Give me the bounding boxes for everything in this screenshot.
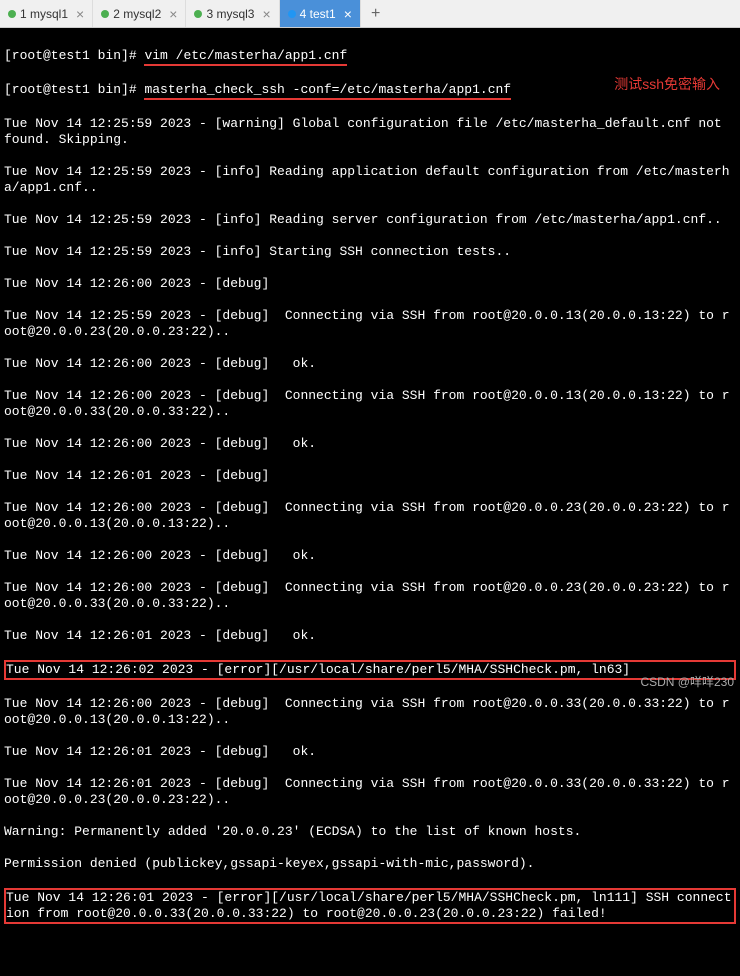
error-highlight-box: Tue Nov 14 12:26:02 2023 - [error][/usr/… — [4, 660, 736, 680]
log-line: Tue Nov 14 12:26:00 2023 - [debug] — [4, 276, 736, 292]
error-highlight-box: Tue Nov 14 12:26:01 2023 - [error][/usr/… — [4, 888, 736, 924]
tab-mysql2[interactable]: 2 mysql2 × — [93, 0, 186, 27]
tab-label: 4 test1 — [300, 7, 336, 21]
log-line: Tue Nov 14 12:25:59 2023 - [warning] Glo… — [4, 116, 736, 148]
log-line: Tue Nov 14 12:26:01 2023 - [debug] — [4, 468, 736, 484]
annotation-text: 测试ssh免密输入 — [614, 76, 720, 92]
tab-bar: 1 mysql1 × 2 mysql2 × 3 mysql3 × 4 test1… — [0, 0, 740, 28]
log-line: Tue Nov 14 12:26:00 2023 - [debug] Conne… — [4, 580, 736, 612]
tab-label: 3 mysql3 — [206, 7, 254, 21]
status-dot-icon — [101, 10, 109, 18]
log-line: Tue Nov 14 12:26:00 2023 - [debug] ok. — [4, 356, 736, 372]
close-icon[interactable]: × — [262, 6, 270, 22]
tab-mysql1[interactable]: 1 mysql1 × — [0, 0, 93, 27]
watermark: CSDN @咩咩230 — [640, 673, 734, 690]
command-vim: vim /etc/masterha/app1.cnf — [144, 48, 347, 66]
close-icon[interactable]: × — [169, 6, 177, 22]
log-line: Tue Nov 14 12:26:01 2023 - [debug] ok. — [4, 628, 736, 644]
tab-label: 1 mysql1 — [20, 7, 68, 21]
close-icon[interactable]: × — [76, 6, 84, 22]
log-line: Tue Nov 14 12:25:59 2023 - [info] Readin… — [4, 212, 736, 228]
log-line: Tue Nov 14 12:26:00 2023 - [debug] Conne… — [4, 500, 736, 532]
log-line: Tue Nov 14 12:25:59 2023 - [info] Readin… — [4, 164, 736, 196]
log-line: Tue Nov 14 12:26:00 2023 - [debug] Conne… — [4, 696, 736, 728]
prompt: [root@test1 bin]# — [4, 48, 144, 63]
log-line: Tue Nov 14 12:26:01 2023 - [debug] ok. — [4, 744, 736, 760]
close-icon[interactable]: × — [344, 6, 352, 22]
log-line: Tue Nov 14 12:26:00 2023 - [debug] ok. — [4, 548, 736, 564]
tab-mysql3[interactable]: 3 mysql3 × — [186, 0, 279, 27]
log-error-line: Tue Nov 14 12:26:02 2023 - [error][/usr/… — [6, 662, 734, 678]
log-line: Tue Nov 14 12:26:00 2023 - [debug] Conne… — [4, 388, 736, 420]
tab-label: 2 mysql2 — [113, 7, 161, 21]
terminal-output[interactable]: [root@test1 bin]# vim /etc/masterha/app1… — [0, 28, 740, 976]
status-dot-icon — [8, 10, 16, 18]
log-line: Tue Nov 14 12:25:59 2023 - [debug] Conne… — [4, 308, 736, 340]
log-line: Tue Nov 14 12:26:00 2023 - [debug] ok. — [4, 436, 736, 452]
prompt: [root@test1 bin]# — [4, 82, 144, 97]
status-dot-icon — [194, 10, 202, 18]
log-line: Tue Nov 14 12:25:59 2023 - [info] Starti… — [4, 244, 736, 260]
command-masterha-check: masterha_check_ssh -conf=/etc/masterha/a… — [144, 82, 511, 100]
log-error-line: Tue Nov 14 12:26:01 2023 - [error][/usr/… — [6, 890, 734, 922]
add-tab-button[interactable]: + — [361, 1, 391, 27]
log-line: Permission denied (publickey,gssapi-keye… — [4, 856, 736, 872]
tab-test1[interactable]: 4 test1 × — [280, 0, 361, 27]
status-dot-icon — [288, 10, 296, 18]
log-line: Warning: Permanently added '20.0.0.23' (… — [4, 824, 736, 840]
log-line: Tue Nov 14 12:26:01 2023 - [debug] Conne… — [4, 776, 736, 808]
